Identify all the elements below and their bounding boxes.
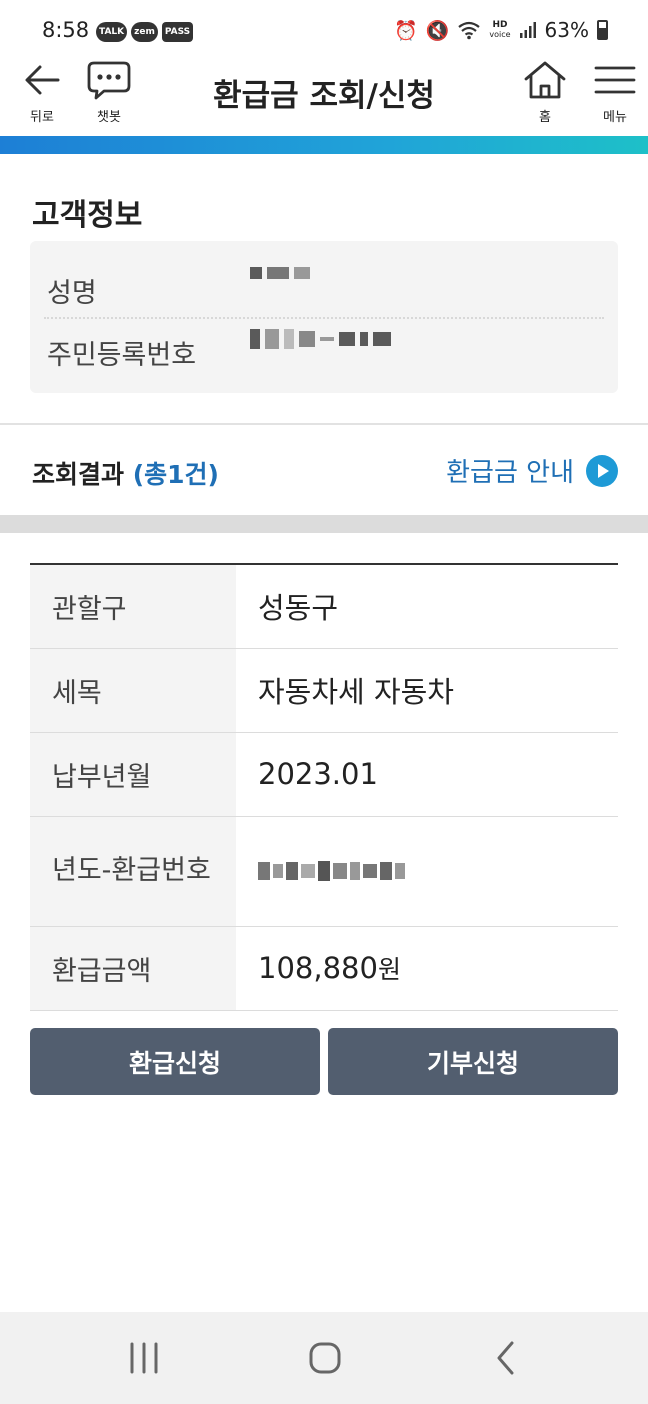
masked-refund-number [258,861,618,881]
name-label: 성명 [47,278,97,309]
refund-number-value [236,816,618,927]
refund-number-label: 년도-환급번호 [30,816,236,927]
chatbot-label: 챗봇 [97,110,121,125]
hd-voice-icon: HD voice [489,19,511,40]
info-divider [44,317,604,319]
menu-button[interactable]: 메뉴 [592,60,638,125]
amount-value: 108,880 [258,951,378,985]
system-icons: ⏰ 🔇 HD voice 63% [394,18,608,42]
alarm-icon: ⏰ [394,19,418,42]
home-nav-icon[interactable] [308,1340,342,1376]
zem-icon: zem [131,22,158,42]
back-nav-icon[interactable] [494,1340,518,1376]
result-table: 관할구 성동구 세목 자동차세 자동차 납부년월 2023.01 년도-환급번호 [30,563,618,1011]
table-row: 년도-환급번호 [30,816,618,927]
pay-month-label: 납부년월 [30,732,236,817]
status-bar: 8:58 TALK zem PASS ⏰ 🔇 HD voice 63% [0,0,648,60]
android-nav-bar [0,1312,648,1404]
wifi-icon [458,21,481,40]
hamburger-menu-icon [594,66,636,94]
amount-label: 환급금액 [30,926,236,1011]
rrn-label: 주민등록번호 [47,340,197,371]
result-count: (총1건) [132,460,219,489]
play-circle-icon [586,454,618,487]
masked-name [250,267,310,279]
battery-percent: 63% [544,18,589,42]
district-value: 성동구 [236,564,618,649]
table-row: 납부년월 2023.01 [30,732,618,817]
district-label: 관할구 [30,564,236,649]
pass-icon: PASS [161,22,194,42]
recent-apps-icon[interactable] [128,1340,160,1376]
app-header: 환급금 조회/신청 뒤로 챗봇 홈 메뉴 [0,60,648,136]
pay-month-value: 2023.01 [236,732,618,817]
result-title-label: 조회결과 [32,460,125,489]
back-label: 뒤로 [30,110,54,125]
result-title: 조회결과 (총1건) [32,455,219,491]
tax-item-value: 자동차세 자동차 [236,648,618,733]
signal-icon [519,22,536,38]
home-icon [524,61,566,99]
customer-info-box: 성명 주민등록번호 [30,241,618,393]
chat-bubble-icon [87,61,131,100]
hd-text: HD [492,19,508,30]
customer-info-title: 고객정보 [32,198,143,233]
masked-rrn [250,329,391,349]
refund-apply-button[interactable]: 환급신청 [30,1028,320,1095]
table-row: 세목 자동차세 자동차 [30,648,618,733]
menu-label: 메뉴 [603,110,627,125]
refund-guide-label: 환급금 안내 [446,458,574,488]
home-label: 홈 [539,110,551,125]
tax-item-label: 세목 [30,648,236,733]
kakaotalk-icon: TALK [96,22,128,42]
home-button[interactable]: 홈 [522,60,568,125]
refund-guide-link[interactable]: 환급금 안내 [446,452,618,489]
arrow-left-icon [25,65,60,95]
amount-unit: 원 [377,955,401,984]
battery-icon [597,20,608,40]
section-divider [0,423,648,425]
status-time: 8:58 [42,18,90,42]
mute-icon: 🔇 [425,19,450,42]
chatbot-button[interactable]: 챗봇 [86,60,132,125]
voice-text: voice [489,29,511,39]
table-row: 관할구 성동구 [30,564,618,649]
back-button[interactable]: 뒤로 [20,60,64,125]
gray-separator [0,515,648,533]
amount-cell: 108,880원 [236,926,618,1011]
header-accent-bar [0,136,648,154]
table-row: 환급금액 108,880원 [30,926,618,1011]
donate-apply-button[interactable]: 기부신청 [328,1028,618,1095]
notification-icons: TALK zem PASS [96,22,194,42]
